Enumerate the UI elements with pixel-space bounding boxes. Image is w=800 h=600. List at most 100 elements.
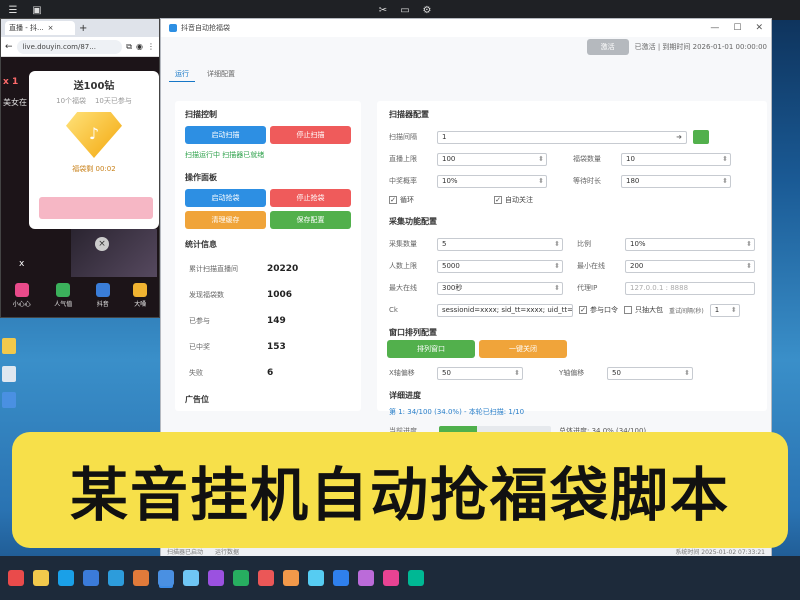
user-limit-input[interactable]: 5000 [437,259,563,273]
menu-icon[interactable]: ☰ [6,3,20,17]
add-tab-icon[interactable]: + [79,23,87,34]
save-config-button[interactable]: 保存配置 [270,211,351,229]
interval-confirm-button[interactable] [693,130,709,144]
taskbar-app-icon[interactable] [58,570,74,586]
interval-slider-field[interactable]: 1 ➜ [437,130,687,144]
taskbar-app-icon[interactable] [133,570,149,586]
start-scan-button[interactable]: 启动扫描 [185,126,266,144]
desktop-icon[interactable] [2,392,16,408]
taskbar-app-icon[interactable] [233,570,249,586]
stat-label: 发现福袋数 [189,291,224,299]
douyin-icon [95,283,110,297]
more-icon[interactable]: ⋮ [147,42,155,51]
taskbar-app-icon[interactable] [108,570,124,586]
field-value: 10% [442,177,458,185]
config-row: 人数上限 5000 最小在线 200 [389,255,755,277]
close-all-button[interactable]: 一键关闭 [479,340,567,358]
minimize-icon[interactable]: — [710,23,719,33]
crop-icon[interactable]: ✂ [376,3,390,17]
stop-scan-button[interactable]: 停止扫描 [270,126,351,144]
participate-button[interactable] [39,197,153,219]
field-label: 中奖概率 [389,177,417,185]
close-icon[interactable]: × [48,24,54,32]
bottom-item[interactable]: 抖音 [95,283,110,308]
heart-icon [14,283,29,297]
browser-tab[interactable]: 直播 - 抖... × [5,21,75,35]
interval-value: 1 [442,133,447,141]
field-label: 重试间隔(秒) [669,307,704,315]
win-rate-input[interactable]: 10% [437,174,547,188]
back-icon[interactable]: ← [5,42,13,52]
license-bar: 激活 已激活 | 到期时间 2026-01-01 00:00:00 [586,39,767,55]
share-icon[interactable]: ⧉ [126,42,132,52]
maximize-icon[interactable]: ☐ [733,23,741,33]
stats-row: 累计扫描直播间 20220 [185,256,351,282]
taskbar-app-icon[interactable] [333,570,349,586]
wait-time-input[interactable]: 180 [621,174,731,188]
field-value: 200 [630,262,644,270]
field-value: 10 [626,155,635,163]
desktop-icon[interactable] [2,366,16,382]
auto-follow-checkbox[interactable]: ✓ 自动关注 [494,195,533,205]
field-value: 127.0.0.1 : 8888 [630,284,689,292]
close-icon[interactable]: × [95,237,109,251]
close-icon[interactable]: ✕ [755,23,763,33]
tab-config[interactable]: 详细配置 [201,67,241,82]
bag-count-input[interactable]: 10 [621,152,731,166]
scan-status: 扫描运行中 扫描器已就绪 [185,151,265,159]
activate-button[interactable]: 激活 [586,39,629,55]
collect-count-input[interactable]: 5 [437,237,563,251]
taskbar-app-icon[interactable] [258,570,274,586]
taskbar-app-icon[interactable] [358,570,374,586]
video-thumbnail[interactable] [71,229,157,277]
desktop-icon[interactable] [2,338,16,354]
proxy-input[interactable]: 127.0.0.1 : 8888 [625,281,755,295]
ratio-input[interactable]: 10% [625,237,755,251]
taskbar-app-icon[interactable] [83,570,99,586]
popularity-icon [56,283,71,297]
taskbar-app-icon[interactable] [383,570,399,586]
settings-icon[interactable]: ⚙ [420,3,434,17]
window-icon[interactable]: ▣ [30,3,44,17]
checkbox-icon: ✓ [494,196,502,204]
profile-icon[interactable]: ◉ [136,42,143,51]
start-grab-button[interactable]: 启动抢袋 [185,189,266,207]
max-online-input[interactable]: 300秒 [437,281,563,295]
close-text[interactable]: x [19,259,24,269]
stats-row: 已中奖 153 [185,334,351,360]
loop-checkbox[interactable]: ✓ 循环 [389,195,414,205]
x-offset-input[interactable]: 50 [437,366,523,380]
taskbar-app-icon[interactable] [208,570,224,586]
bottom-item[interactable]: 小心心 [13,283,31,308]
stats-row: 失败 6 [185,360,351,386]
field-label: 等待时长 [573,177,601,185]
stop-grab-button[interactable]: 停止抢袋 [270,189,351,207]
taskbar-app-icon[interactable] [183,570,199,586]
clear-cache-button[interactable]: 清理缓存 [185,211,266,229]
url-field[interactable]: live.douyin.com/87... [16,39,123,54]
bottom-item[interactable]: 人气值 [54,283,72,308]
taskbar-app-icon[interactable] [33,570,49,586]
cookie-input[interactable]: sessionid=xxxx; sid_tt=xxxx; uid_tt=xxxx [437,303,573,317]
y-offset-input[interactable]: 50 [607,366,693,380]
bottom-item[interactable]: 大嗓 [133,283,148,308]
taskbar-app-icon[interactable] [408,570,424,586]
big-only-checkbox[interactable]: 只抽大包 [624,305,663,315]
retry-interval-input[interactable]: 1 [709,303,740,317]
arrange-windows-button[interactable]: 排列窗口 [387,340,475,358]
os-topbar: ☰ ▣ ✂ ▭ ⚙ [0,0,800,20]
config-row: 最大在线 300秒 代理IP 127.0.0.1 : 8888 [389,277,755,299]
taskbar-app-icon[interactable] [158,570,174,586]
checkbox-label: 循环 [400,196,414,204]
interval-label: 扫描间隔 [389,133,417,141]
password-checkbox[interactable]: ✓ 参与口令 [579,305,618,315]
screen-icon[interactable]: ▭ [398,3,412,17]
taskbar-app-icon[interactable] [308,570,324,586]
min-online-input[interactable]: 200 [625,259,755,273]
taskbar-app-icon[interactable] [8,570,24,586]
taskbar-app-icon[interactable] [283,570,299,586]
config-row: ✓ 循环 ✓ 自动关注 [389,192,755,208]
live-limit-input[interactable]: 100 [437,152,547,166]
tab-run[interactable]: 运行 [169,67,195,82]
scanner-config-title: 扫描器配置 [389,110,429,119]
